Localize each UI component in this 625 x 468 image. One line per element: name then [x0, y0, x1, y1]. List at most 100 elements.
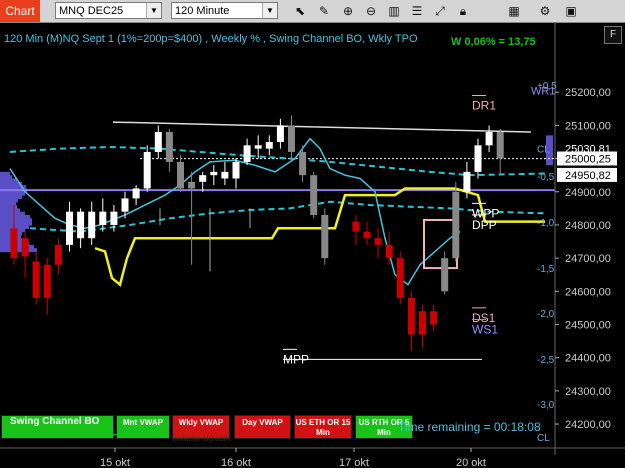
y-tick-label: 25200,00: [565, 87, 611, 99]
pointer-icon[interactable]: ⬉: [292, 3, 308, 19]
level-label-mpp: MPP: [283, 352, 309, 366]
candle-body: [352, 221, 360, 232]
candle-body: [243, 145, 251, 162]
panel-toggle-button[interactable]: F: [604, 26, 622, 44]
candle-body: [430, 311, 438, 325]
zoom-out-icon[interactable]: ⊖: [363, 3, 379, 19]
zoom-in-icon[interactable]: ⊕: [340, 3, 356, 19]
candle-body: [496, 132, 504, 159]
candle-body: [474, 145, 482, 172]
candle-body: [299, 151, 307, 176]
candle-body: [232, 161, 240, 179]
candle-body: [463, 171, 471, 192]
candle-body: [54, 244, 62, 265]
y-tick-label: 24600,00: [565, 286, 611, 298]
candle-body: [188, 181, 196, 189]
candle-body: [254, 145, 262, 149]
camera-icon[interactable]: ▣: [563, 3, 579, 19]
candle-body: [110, 211, 118, 225]
candle-body: [396, 258, 404, 298]
instrument-label: MNQ DEC25: [59, 5, 124, 17]
candle-body: [77, 211, 85, 239]
y-tick-label: 24800,00: [565, 220, 611, 232]
watermark-label: www.nn-sig.com: [172, 434, 231, 443]
candle-body: [374, 238, 382, 245]
day-vwap-button[interactable]: Day VWAP: [234, 415, 291, 439]
expand-icon[interactable]: ⤢: [432, 3, 448, 19]
pct-tick-label: -1,0: [537, 218, 555, 229]
us-eth-or-button[interactable]: US ETH OR 15 Min: [294, 415, 352, 439]
candle-body: [310, 175, 318, 215]
y-tick-label: 25100,00: [565, 120, 611, 132]
x-tick-label: 15 okt: [100, 457, 130, 468]
settings-icon[interactable]: ⚙: [537, 3, 553, 19]
candle-body: [10, 228, 18, 259]
candle-body: [121, 198, 129, 212]
candle-body: [485, 132, 493, 146]
pct-tick-label: -3,0: [537, 400, 555, 411]
instrument-selector[interactable]: MNQ DEC25 ▼: [55, 2, 162, 19]
candle-body: [99, 211, 107, 225]
level-label-dpp: DPP: [472, 218, 497, 232]
lock-icon[interactable]: 🔒︎: [455, 3, 471, 19]
trend-line: [112, 121, 532, 133]
candle-body: [165, 132, 173, 162]
candle-body: [66, 211, 73, 245]
candle-body: [321, 215, 329, 259]
grid-icon[interactable]: ▦: [506, 3, 522, 19]
x-tick-label: 20 okt: [456, 457, 486, 468]
candle-body: [419, 311, 426, 335]
candle-body: [210, 171, 218, 176]
price-tag-label: 24950,82: [565, 170, 611, 182]
time-remaining-label: Time remaining = 00:18:08: [398, 420, 541, 434]
candle-body: [441, 258, 449, 292]
y-tick-label: 24900,00: [565, 187, 611, 199]
candle-body: [88, 211, 96, 239]
pct-tick-label: -2,5: [537, 355, 555, 366]
level-label-ws1: WS1: [472, 322, 498, 336]
interval-label: 120 Minute: [175, 5, 230, 17]
price-tag-label: 25000,25: [565, 154, 611, 166]
y-tick-label: 24200,00: [565, 419, 611, 431]
interval-selector[interactable]: 120 Minute ▼: [171, 2, 278, 19]
pct-tick-label: -0,5: [537, 172, 555, 183]
candle-body: [177, 161, 184, 189]
candle-body: [407, 297, 415, 335]
candle-body: [132, 188, 140, 199]
chart-title: 120 Min (M)NQ Sept 1 (1%=200p=$400) , We…: [4, 33, 418, 45]
x-tick-label: 16 okt: [221, 457, 251, 468]
candle-body: [21, 238, 29, 257]
copyright-label: © 2025 NinjaTrader, LLC: [4, 426, 126, 438]
wr1-label: WR1: [531, 86, 555, 98]
candle-body: [385, 244, 393, 259]
chart-tab[interactable]: Chart: [0, 0, 40, 22]
chevron-down-icon[interactable]: ▼: [262, 3, 277, 18]
price-chart[interactable]: 25200,0025100,0025000,0024900,0024800,00…: [0, 22, 625, 468]
candle-body: [363, 231, 371, 239]
candle-body: [32, 261, 40, 298]
candle-body: [143, 151, 151, 189]
cl-label: CL: [537, 145, 550, 156]
y-tick-label: 24400,00: [565, 353, 611, 365]
weekly-change-label: W 0,06% = 13,75: [451, 36, 536, 48]
candle-body: [43, 264, 51, 298]
candle-body: [154, 132, 162, 152]
candle-body: [221, 171, 229, 179]
x-tick-label: 17 okt: [339, 457, 369, 468]
bar-chart-icon[interactable]: ▥: [386, 3, 402, 19]
highlight-box: [423, 218, 458, 270]
properties-icon[interactable]: ☰: [409, 3, 425, 19]
candle-body: [265, 142, 273, 149]
y-tick-label: 24300,00: [565, 386, 611, 398]
candle-body: [452, 191, 460, 259]
candle-body: [276, 125, 284, 142]
candle-body: [199, 175, 207, 182]
toolbar: Chart MNQ DEC25 ▼ 120 Minute ▼ ⬉ ✎ ⊕ ⊖ ▥…: [0, 0, 625, 23]
chart-area[interactable]: 25200,0025100,0025000,0024900,0024800,00…: [0, 22, 625, 468]
pencil-icon[interactable]: ✎: [316, 3, 332, 19]
level-label-dr1: DR1: [472, 99, 496, 113]
y-tick-label: 24700,00: [565, 253, 611, 265]
cl-label: CL: [537, 433, 550, 444]
chevron-down-icon[interactable]: ▼: [146, 3, 161, 18]
pct-tick-label: -2,0: [537, 309, 555, 320]
